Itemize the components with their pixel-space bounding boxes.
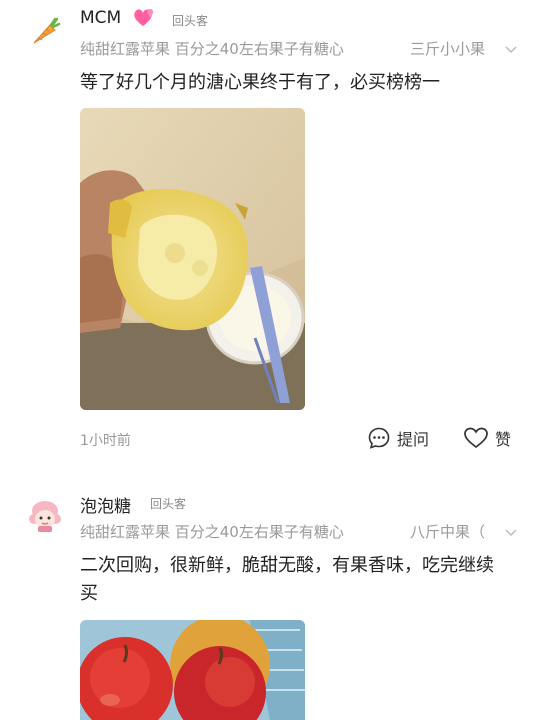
spec-row[interactable]: 纯甜红露苹果 百分之40左右果子有糖心 八斤中果（	[80, 521, 520, 543]
repeat-customer-badge: 回头客	[150, 497, 187, 511]
review-item-2: 泡泡糖 回头客 纯甜红露苹果 百分之40左右果子有糖心 八斤中果（ 二次回购，很…	[0, 0, 540, 720]
review-photo[interactable]	[80, 620, 305, 720]
girl-avatar-icon[interactable]	[26, 497, 64, 535]
review-text: 二次回购，很新鲜，脆甜无酸，有果香味，吃完继续买	[80, 555, 494, 604]
spec-variant: 八斤中果（	[410, 523, 486, 541]
username[interactable]: 泡泡糖	[80, 492, 131, 517]
spec-name: 纯甜红露苹果 百分之40左右果子有糖心	[80, 523, 344, 541]
chevron-down-icon	[502, 523, 520, 541]
